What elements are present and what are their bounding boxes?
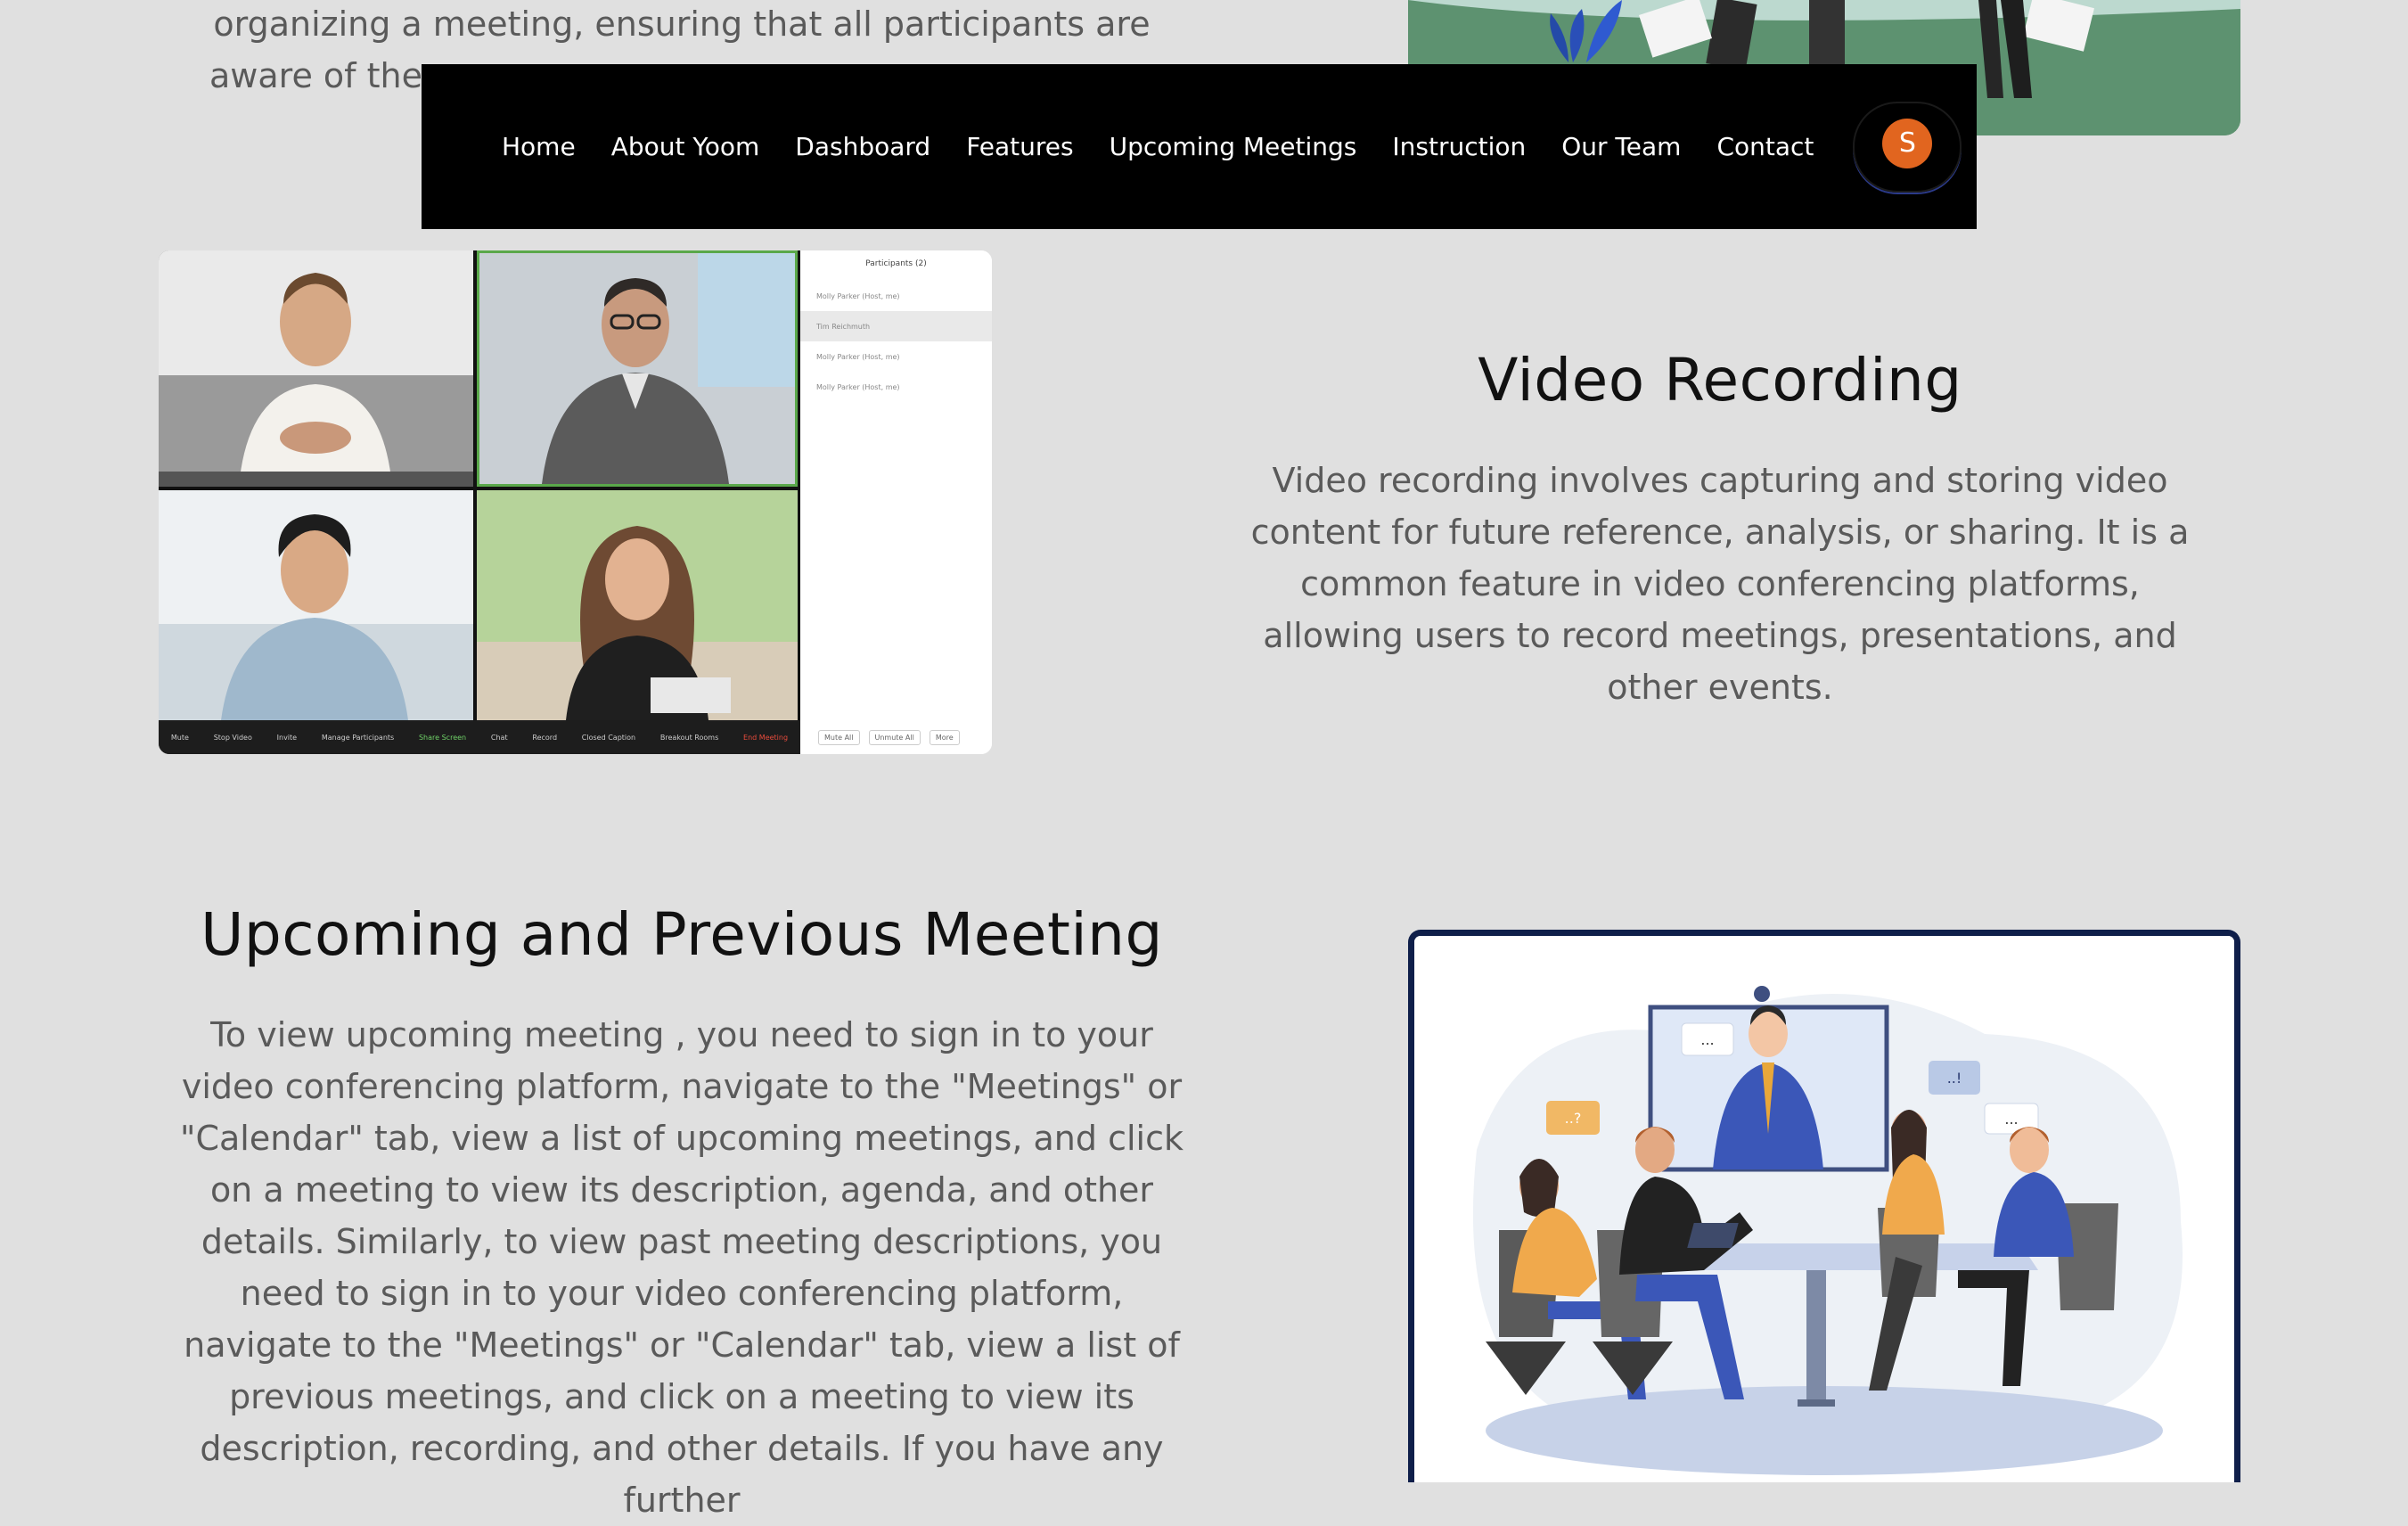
toolbar-record[interactable]: Record — [532, 734, 557, 742]
nav-link-our-team[interactable]: Our Team — [1561, 132, 1681, 161]
toolbar-chat[interactable]: Chat — [491, 734, 508, 742]
nav-link-instruction[interactable]: Instruction — [1392, 132, 1526, 161]
participants-panel: Participants (2) Molly Parker (Host, me)… — [800, 250, 992, 754]
video-call-screenshot: Mute Stop Video Invite Manage Participan… — [159, 250, 992, 754]
speech-bubble-3: ..! — [1929, 1061, 1980, 1095]
participants-actions: Mute All Unmute All More — [818, 730, 960, 745]
nav-link-contact[interactable]: Contact — [1716, 132, 1814, 161]
video-tile-2-active — [477, 250, 798, 487]
speech-bubble-2: ..? — [1546, 1101, 1600, 1135]
bubble-text-1: ... — [1700, 1031, 1714, 1048]
nav-link-about[interactable]: About Yoom — [611, 132, 760, 161]
more-button[interactable]: More — [929, 730, 960, 745]
bubble-text-3: ..! — [1947, 1070, 1962, 1087]
mute-all-button[interactable]: Mute All — [818, 730, 860, 745]
participants-title: Participants (2) — [865, 259, 927, 268]
upcoming-meeting-description: To view upcoming meeting , you need to s… — [180, 1015, 1184, 1520]
nav-link-dashboard[interactable]: Dashboard — [795, 132, 930, 161]
intro-line-1: organizing a meeting, ensuring that all … — [213, 4, 1151, 44]
toolbar-mute[interactable]: Mute — [171, 734, 189, 742]
bubble-text-2: ..? — [1565, 1110, 1582, 1127]
video-recording-description: Video recording involves capturing and s… — [1250, 461, 2190, 707]
bubble-text-4: ... — [2004, 1111, 2018, 1128]
toolbar-end-meeting[interactable]: End Meeting — [743, 734, 788, 742]
nav-link-upcoming-meetings[interactable]: Upcoming Meetings — [1110, 132, 1357, 161]
video-grid: Mute Stop Video Invite Manage Participan… — [159, 250, 800, 754]
video-tile-4 — [477, 490, 798, 720]
avatar: S — [1882, 118, 1933, 168]
speech-bubble-1: ... — [1681, 1022, 1734, 1056]
person-2-image — [479, 253, 795, 484]
participant-row[interactable]: Molly Parker (Host, me) — [800, 281, 992, 311]
person-3-image — [159, 490, 473, 720]
toolbar-manage-participants[interactable]: Manage Participants — [322, 734, 394, 742]
toolbar-invite[interactable]: Invite — [277, 734, 297, 742]
toolbar-closed-caption[interactable]: Closed Caption — [582, 734, 635, 742]
video-tile-1 — [159, 250, 473, 487]
video-recording-title: Video Recording — [1478, 346, 1962, 414]
unmute-all-button[interactable]: Unmute All — [868, 730, 921, 745]
person-4-image — [477, 490, 798, 720]
participant-row[interactable]: Tim Reichmuth — [800, 311, 992, 341]
meeting-illustration: ... ..? ..! ... — [1408, 930, 2240, 1482]
toolbar-stop-video[interactable]: Stop Video — [214, 734, 252, 742]
main-navbar: Home About Yoom Dashboard Features Upcom… — [422, 64, 1977, 229]
participant-row[interactable]: Molly Parker (Host, me) — [800, 372, 992, 402]
person-1-image — [159, 250, 473, 487]
meeting-illustration-art: ... ..? ..! ... — [1414, 936, 2234, 1482]
video-tile-3 — [159, 490, 473, 720]
toolbar-breakout-rooms[interactable]: Breakout Rooms — [660, 734, 718, 742]
toolbar-share-screen[interactable]: Share Screen — [419, 734, 466, 742]
participant-row[interactable]: Molly Parker (Host, me) — [800, 341, 992, 372]
nav-link-home[interactable]: Home — [502, 132, 576, 161]
nav-link-features[interactable]: Features — [966, 132, 1073, 161]
upcoming-meeting-title: Upcoming and Previous Meeting — [201, 900, 1163, 969]
user-menu-button[interactable]: S — [1853, 101, 1962, 193]
nav-links: Home About Yoom Dashboard Features Upcom… — [502, 132, 1849, 161]
call-toolbar: Mute Stop Video Invite Manage Participan… — [159, 720, 800, 754]
